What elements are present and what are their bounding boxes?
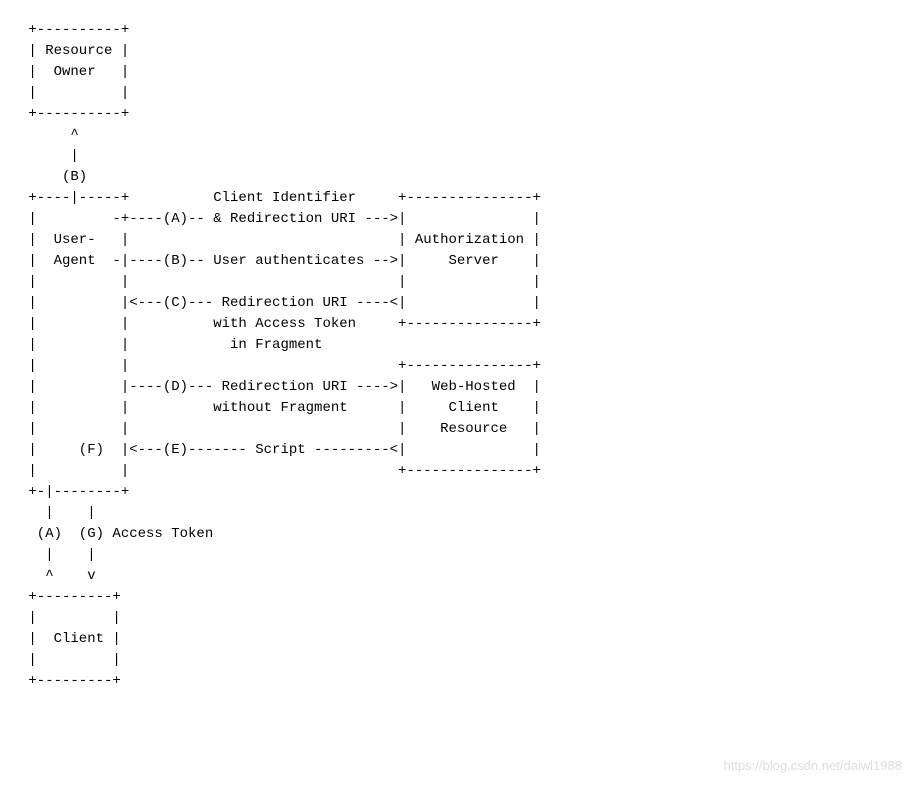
ascii-diagram: +----------+ | Resource | | Owner | | | … bbox=[20, 20, 902, 692]
watermark-text: https://blog.csdn.net/daiwl1988 bbox=[723, 756, 902, 776]
